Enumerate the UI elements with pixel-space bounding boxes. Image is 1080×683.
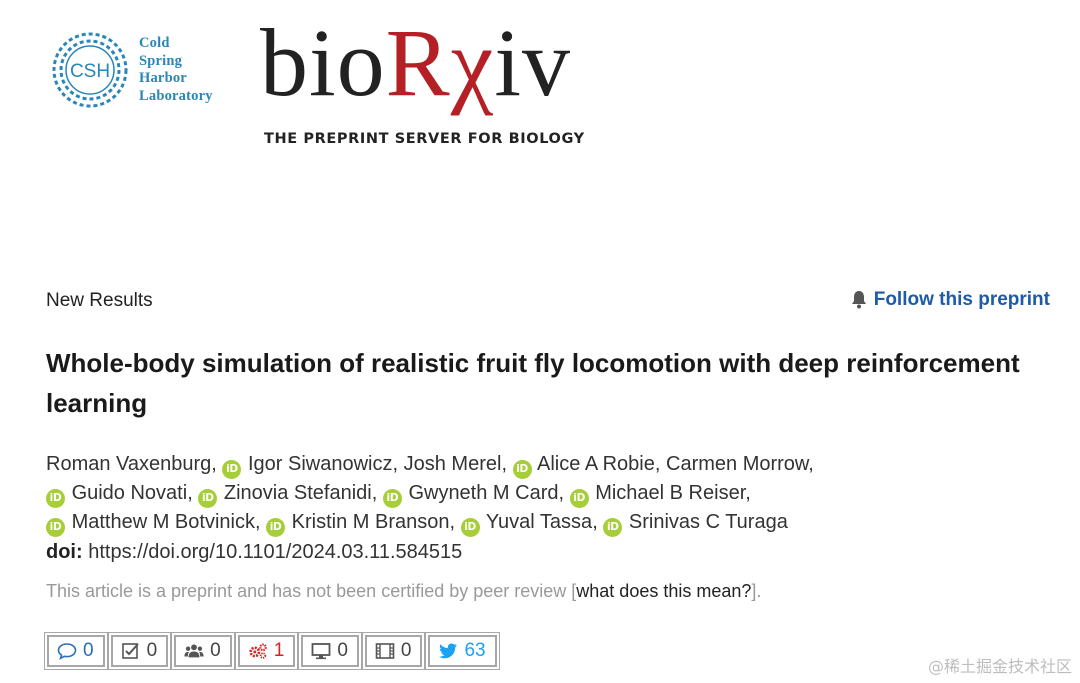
author-name[interactable]: Roman Vaxenburg <box>46 453 211 475</box>
author-list: Roman Vaxenburg, iD Igor Siwanowicz, Jos… <box>46 450 1046 537</box>
author-name[interactable]: Yuval Tassa <box>486 511 592 533</box>
csh-logo[interactable]: CSH Cold Spring Harbor Laboratory <box>50 30 213 110</box>
blogs-metric[interactable]: 0 <box>298 632 362 670</box>
biorxiv-logo-part: bio <box>260 9 386 116</box>
metric-value: 0 <box>83 640 94 661</box>
author-name[interactable]: Matthew M Botvinick <box>72 511 255 533</box>
author-name[interactable]: Michael B Reiser <box>595 482 745 504</box>
csh-wordmark: Cold Spring Harbor Laboratory <box>139 35 213 105</box>
film-icon <box>375 643 395 659</box>
altmetrics-bar: 0 0 0 1 0 0 63 <box>44 632 500 670</box>
csh-emblem-text: CSH <box>70 61 110 82</box>
author-name[interactable]: Guido Novati <box>72 482 188 504</box>
metric-value: 0 <box>210 640 221 661</box>
metric-value: 0 <box>146 640 158 661</box>
metric-value: 63 <box>464 640 486 661</box>
article-title: Whole-body simulation of realistic fruit… <box>46 348 1020 418</box>
twitter-icon <box>439 643 458 659</box>
orcid-icon[interactable]: iD <box>569 489 589 508</box>
biorxiv-tagline: THE PREPRINT SERVER FOR BIOLOGY <box>264 131 585 147</box>
metric-value: 0 <box>400 640 412 661</box>
reviews-metric[interactable]: 0 <box>107 632 172 670</box>
orcid-icon[interactable]: iD <box>382 489 402 508</box>
doi-line: doi: https://doi.org/10.1101/2024.03.11.… <box>46 541 462 564</box>
watermark: @稀土掘金技术社区 <box>927 657 1072 676</box>
csh-line: Laboratory <box>139 87 213 104</box>
biorxiv-logo[interactable]: bioRχiv <box>260 15 571 111</box>
orcid-icon[interactable]: iD <box>46 489 65 508</box>
users-icon <box>184 644 204 658</box>
peer-review-disclaimer: This article is a preprint and has not b… <box>46 581 761 602</box>
follow-preprint-label: Follow this preprint <box>873 289 1050 310</box>
author-name[interactable]: Srinivas C Turaga <box>629 511 788 533</box>
csh-dna-emblem-icon: CSH <box>52 32 128 108</box>
monitor-icon <box>311 643 331 660</box>
what-does-this-mean-link[interactable]: what does this mean? <box>576 581 751 601</box>
biorxiv-logo-part: iv <box>494 9 571 116</box>
disclaimer-end: ]. <box>751 581 762 601</box>
media-metric[interactable]: 0 <box>361 632 426 670</box>
author-name[interactable]: Igor Siwanowicz <box>248 453 393 475</box>
csh-line: Harbor <box>139 70 187 86</box>
comment-icon <box>57 643 77 660</box>
checklist-icon <box>121 643 139 659</box>
community-metric[interactable]: 0 <box>171 632 235 670</box>
orcid-icon[interactable]: iD <box>266 518 286 537</box>
author-name[interactable]: Zinovia Stefanidi <box>224 482 372 504</box>
disclaimer-text: This article is a preprint and has not b… <box>46 581 577 601</box>
automated-services-metric[interactable]: 1 <box>234 632 299 670</box>
biorxiv-logo-rx: Rχ <box>385 9 495 116</box>
tweets-metric[interactable]: 63 <box>425 632 500 670</box>
author-name[interactable]: Gwyneth M Card <box>408 482 558 504</box>
orcid-icon[interactable]: iD <box>222 460 242 479</box>
bell-icon <box>851 291 866 309</box>
author-name[interactable]: Josh Merel <box>404 453 502 475</box>
orcid-icon[interactable]: iD <box>198 489 218 508</box>
csh-line: Cold <box>139 35 170 51</box>
gears-icon <box>249 643 267 659</box>
comments-metric[interactable]: 0 <box>44 632 108 670</box>
orcid-icon[interactable]: iD <box>46 518 65 537</box>
author-name[interactable]: Carmen Morrow <box>666 453 808 475</box>
author-name[interactable]: Kristin M Branson <box>292 511 450 533</box>
metric-value: 0 <box>337 640 348 661</box>
article-type-label: New Results <box>46 290 153 311</box>
orcid-icon[interactable]: iD <box>512 460 532 479</box>
orcid-icon[interactable]: iD <box>603 518 623 537</box>
author-name[interactable]: Alice A Robie <box>537 453 655 475</box>
csh-line: Spring <box>139 52 183 69</box>
follow-preprint-link[interactable]: Follow this preprint <box>850 289 1050 311</box>
doi-label: doi: <box>46 541 83 563</box>
orcid-icon[interactable]: iD <box>460 518 480 537</box>
doi-link[interactable]: https://doi.org/10.1101/2024.03.11.58451… <box>88 541 462 563</box>
metric-value: 1 <box>273 640 285 661</box>
